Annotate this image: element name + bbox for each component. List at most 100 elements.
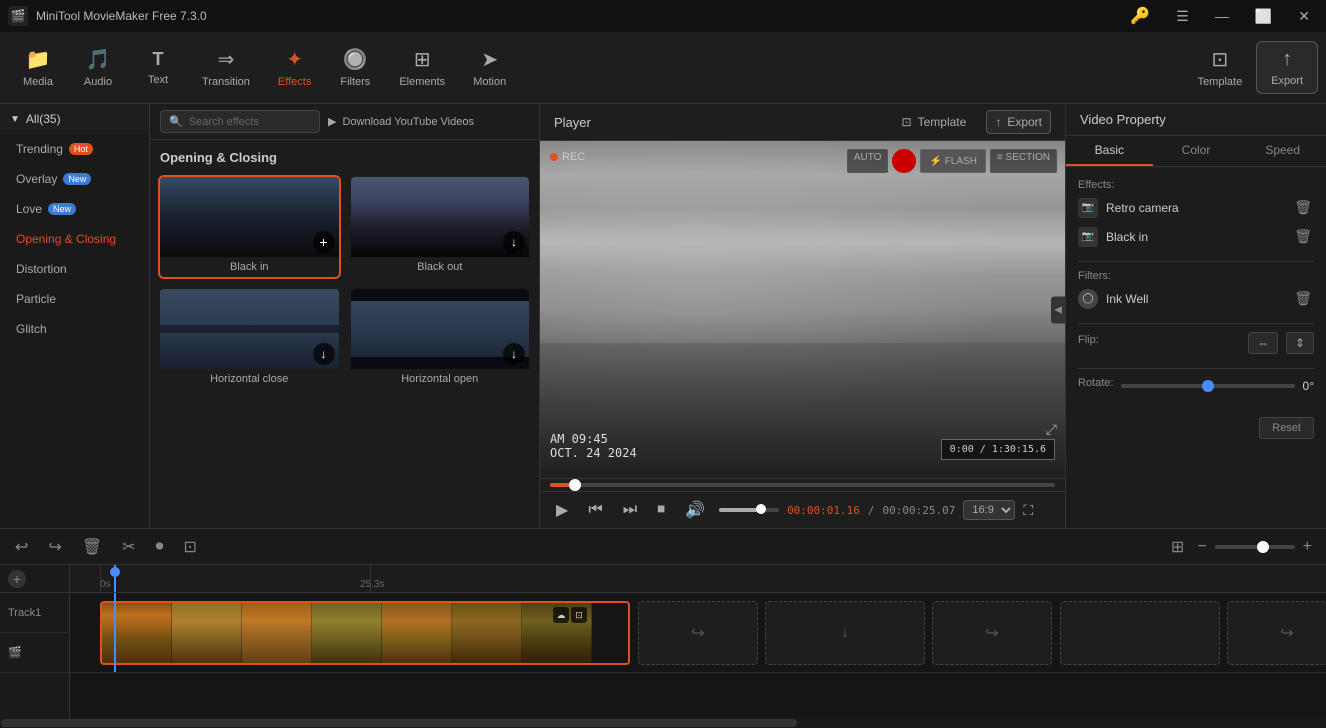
category-particle[interactable]: Particle <box>0 284 149 314</box>
toolbar-elements[interactable]: ⊞ Elements <box>385 41 459 94</box>
empty-slot-2[interactable]: ↓ <box>765 601 925 665</box>
cam-rec-btn[interactable] <box>892 149 916 173</box>
tab-speed[interactable]: Speed <box>1239 136 1326 166</box>
titlebar: 🎬 MiniTool MovieMaker Free 7.3.0 🔑 ☰ — ⬜… <box>0 0 1326 32</box>
delete-black-in-btn[interactable]: 🗑 <box>1292 226 1314 247</box>
black-out-thumb: ↓ <box>351 177 530 257</box>
zoom-control: − + <box>1195 536 1314 558</box>
effect-card-black-in[interactable]: + Black in <box>160 177 339 277</box>
zoom-thumb <box>1257 541 1269 553</box>
transition-label: Transition <box>202 76 250 88</box>
rec-dot <box>550 153 558 161</box>
track-labels: + Track1 🎬 <box>0 565 70 718</box>
volume-button[interactable]: 🔊 <box>679 498 711 522</box>
rotate-slider[interactable] <box>1121 384 1294 388</box>
toolbar-transition[interactable]: ⇒ Transition <box>188 41 264 94</box>
stop-button[interactable]: ⏹ <box>651 499 671 521</box>
tab-color[interactable]: Color <box>1153 136 1240 166</box>
toolbar-filters[interactable]: 🔘 Filters <box>325 41 385 94</box>
toolbar-template[interactable]: ⊡ Template <box>1184 41 1257 94</box>
undo-btn[interactable]: ↩ <box>12 534 31 560</box>
volume-bar[interactable] <box>719 508 779 512</box>
filters-prop-label: Filters: <box>1078 270 1314 282</box>
add-track-btn[interactable]: + <box>8 570 26 588</box>
filters-icon: 🔘 <box>343 47 368 72</box>
player-view: REC AUTO ⚡ FLASH ≡ SECTION AM 09:45 OCT.… <box>540 141 1065 478</box>
flip-vertical-btn[interactable]: ⇕ <box>1286 332 1314 354</box>
effect-card-horizontal-open[interactable]: ↓ Horizontal open <box>351 289 530 389</box>
fullscreen-button[interactable]: ⛶ <box>1023 502 1033 519</box>
all-categories-header[interactable]: ▼ All(35) <box>0 104 149 134</box>
toolbar-motion[interactable]: ➤ Motion <box>459 41 520 94</box>
restore-button[interactable]: ⬜ <box>1247 4 1280 29</box>
premium-icon[interactable]: 🔑 <box>1122 2 1158 30</box>
effects-toolbar: 🔍 Search effects ▶ Download YouTube Vide… <box>150 104 539 140</box>
tab-basic[interactable]: Basic <box>1066 136 1153 166</box>
close-button[interactable]: ✕ <box>1290 4 1318 29</box>
next-frame-button[interactable]: ⏭ <box>617 499 643 521</box>
menu-icon[interactable]: ☰ <box>1168 4 1197 29</box>
empty-slot-4[interactable] <box>1060 601 1220 665</box>
clip-icon-1[interactable]: ☁ <box>553 607 569 623</box>
ruler-mark-25: 25.3s <box>360 579 384 590</box>
export-btn[interactable]: ↑ Export <box>986 110 1051 134</box>
zoom-in-btn[interactable]: + <box>1301 536 1314 558</box>
aspect-ratio-select[interactable]: 16:9 4:3 1:1 <box>963 500 1015 520</box>
delete-ink-well-btn[interactable]: 🗑 <box>1292 288 1314 309</box>
category-glitch[interactable]: Glitch <box>0 314 149 344</box>
toolbar-text[interactable]: T Text <box>128 43 188 92</box>
toolbar-audio[interactable]: 🎵 Audio <box>68 41 128 94</box>
opening-closing-label: Opening & Closing <box>16 232 116 246</box>
empty-slot-1[interactable]: ↪ <box>638 601 758 665</box>
divider-3 <box>1078 368 1314 369</box>
expand-icon[interactable]: ⤢ <box>1046 421 1057 438</box>
auto-btn[interactable]: AUTO <box>847 149 889 173</box>
record-btn[interactable]: ⏺ <box>153 535 167 559</box>
add-track-area: + <box>0 565 69 593</box>
panel-collapse-btn[interactable]: ◀ <box>1051 296 1065 323</box>
clip-icon-2[interactable]: ⊡ <box>571 607 587 623</box>
play-button[interactable]: ▶ <box>550 498 574 522</box>
template-btn[interactable]: ⊡ Template <box>894 110 975 134</box>
category-distortion[interactable]: Distortion <box>0 254 149 284</box>
category-trending[interactable]: Trending Hot <box>0 134 149 164</box>
search-box[interactable]: 🔍 Search effects <box>160 110 320 133</box>
effect-card-horizontal-close[interactable]: ↓ Horizontal close <box>160 289 339 389</box>
empty-slot-5[interactable]: ↪ <box>1227 601 1326 665</box>
search-icon: 🔍 <box>169 115 183 128</box>
fit-timeline-btn[interactable]: ⊞ <box>1168 534 1187 560</box>
category-love[interactable]: Love New <box>0 194 149 224</box>
toolbar-effects[interactable]: ✦ Effects <box>264 41 325 94</box>
video-progress-bar[interactable] <box>550 483 1055 487</box>
cut-btn[interactable]: ✂ <box>119 534 138 560</box>
zoom-out-btn[interactable]: − <box>1195 536 1208 558</box>
delete-clip-btn[interactable]: 🗑 <box>79 534 105 560</box>
redo-btn[interactable]: ↪ <box>45 534 64 560</box>
empty-slot-3[interactable]: ↪ <box>932 601 1052 665</box>
delete-retro-camera-btn[interactable]: 🗑 <box>1292 197 1314 218</box>
section-btn[interactable]: ≡ SECTION <box>990 149 1057 173</box>
horiz-close-download-btn[interactable]: ↓ <box>313 343 335 365</box>
effect-card-black-out[interactable]: ↓ Black out <box>351 177 530 277</box>
flip-horizontal-btn[interactable]: ⇔ <box>1248 332 1278 354</box>
prev-frame-button[interactable]: ⏮ <box>582 499 608 521</box>
trending-label: Trending <box>16 142 63 156</box>
black-out-download-btn[interactable]: ↓ <box>503 231 525 253</box>
cam-time-display: AM 09:45 <box>550 432 637 446</box>
timeline-scrollbar[interactable] <box>0 718 1326 728</box>
horiz-open-download-btn[interactable]: ↓ <box>503 343 525 365</box>
category-opening-closing[interactable]: Opening & Closing <box>0 224 149 254</box>
video-icon-small: 🎬 <box>8 646 22 659</box>
category-overlay[interactable]: Overlay New <box>0 164 149 194</box>
reset-button[interactable]: Reset <box>1259 417 1314 439</box>
flash-btn[interactable]: ⚡ FLASH <box>920 149 985 173</box>
black-in-add-btn[interactable]: + <box>313 231 335 253</box>
video-clip[interactable]: ☁ ⊡ <box>100 601 630 665</box>
zoom-slider[interactable] <box>1215 545 1295 549</box>
crop-btn[interactable]: ⊡ <box>181 534 200 560</box>
toolbar-export[interactable]: ↑ Export <box>1256 41 1318 94</box>
download-youtube-btn[interactable]: ▶ Download YouTube Videos <box>328 115 474 128</box>
toolbar-media[interactable]: 📁 Media <box>8 41 68 94</box>
minimize-button[interactable]: — <box>1207 4 1237 28</box>
rotate-thumb <box>1202 380 1214 392</box>
